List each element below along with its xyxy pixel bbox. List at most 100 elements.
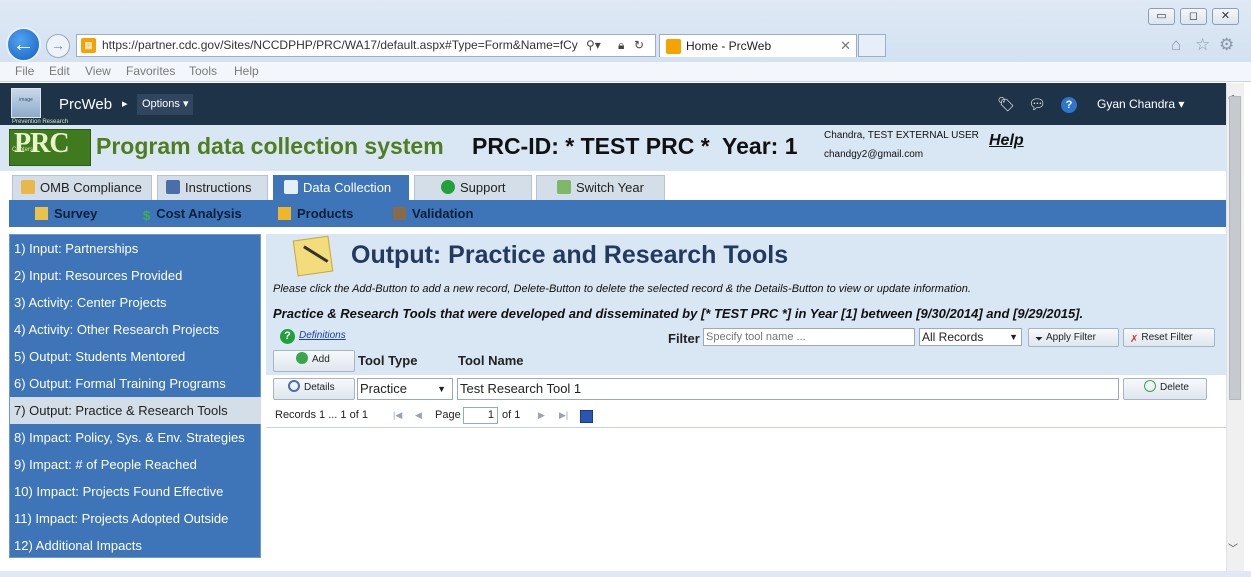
tab-favicon-icon [666, 39, 681, 54]
browser-tab[interactable]: Home - PrcWeb ✕ [659, 34, 857, 57]
first-page-icon[interactable]: |◀ [393, 410, 402, 421]
tool-type-select[interactable]: Practice ▼ [357, 378, 453, 400]
sidebar-item-partnerships[interactable]: 1) Input: Partnerships [10, 235, 261, 262]
prc-id-year: PRC-ID: * TEST PRC * Year: 1 [472, 133, 798, 159]
tool-type-value: Practice [360, 381, 407, 396]
magnifier-icon [288, 380, 300, 392]
table-icon [284, 180, 298, 194]
favorites-star-icon[interactable]: ☆ [1195, 35, 1210, 55]
scroll-down-icon[interactable]: ﹀ [1228, 540, 1238, 555]
document-icon [21, 180, 35, 194]
menu-help[interactable]: Help [234, 64, 259, 78]
refresh-icon[interactable]: ↻ [634, 35, 644, 56]
sidebar-item-formal-training-programs[interactable]: 6) Output: Formal Training Programs [10, 370, 261, 397]
reset-filter-label: Reset Filter [1141, 332, 1193, 343]
subnav-cost-analysis[interactable]: $ Cost Analysis [143, 206, 242, 223]
sidebar-item-people-reached[interactable]: 9) Impact: # of People Reached [10, 451, 261, 478]
sidebar-item-additional-impacts[interactable]: 12) Additional Impacts [10, 532, 261, 559]
dropdown-arrow-icon: ▼ [437, 384, 446, 394]
records-count: Records 1 ... 1 of 1 [275, 409, 368, 421]
close-window-button[interactable]: ✕ [1212, 8, 1239, 25]
tab-label: Instructions [185, 180, 252, 195]
filter-icon: ⏷ [1035, 334, 1043, 345]
subnav-validation[interactable]: Validation [393, 206, 473, 221]
instructions-text: Please click the Add-Button to add a new… [273, 283, 971, 295]
book-icon [393, 207, 406, 220]
dropdown-arrow-icon: ▼ [1009, 332, 1018, 342]
dollar-icon: $ [143, 208, 151, 223]
pager [266, 404, 1226, 428]
prev-page-icon[interactable]: ◀ [415, 410, 422, 421]
help-icon[interactable]: ? [1061, 97, 1077, 113]
tab-label: OMB Compliance [40, 180, 142, 195]
site-favicon-icon: ▦ [81, 38, 96, 53]
tab-switch-year[interactable]: Switch Year [536, 175, 665, 200]
filter-select-value: All Records [922, 330, 984, 344]
content-empty-area [266, 424, 1226, 571]
column-header-tool-name: Tool Name [458, 353, 524, 368]
tab-label: Support [460, 180, 506, 195]
sidebar-item-students-mentored[interactable]: 5) Output: Students Mentored [10, 343, 261, 370]
address-bar[interactable]: ▦ https://partner.cdc.gov/Sites/NCCDPHP/… [76, 34, 656, 57]
menu-favorites[interactable]: Favorites [126, 64, 175, 78]
tag-icon[interactable]: 🏷︎ [997, 95, 1015, 113]
tab-support[interactable]: Support [414, 175, 532, 200]
sidebar-item-practice-research-tools[interactable]: 7) Output: Practice & Research Tools [10, 397, 261, 424]
tab-instructions[interactable]: Instructions [157, 175, 268, 200]
next-page-icon[interactable]: ▶ [538, 410, 545, 421]
add-label: Add [312, 354, 330, 365]
definitions-link[interactable]: Definitions [299, 330, 346, 341]
last-page-icon[interactable]: ▶| [559, 410, 568, 421]
window-bottom-border [0, 571, 1251, 577]
filter-input[interactable] [703, 328, 915, 346]
sidebar-item-policy-strategies[interactable]: 8) Impact: Policy, Sys. & Env. Strategie… [10, 424, 261, 451]
scrollbar-thumb[interactable] [1229, 96, 1241, 400]
tool-name-input[interactable]: Test Research Tool 1 [457, 378, 1119, 400]
menu-edit[interactable]: Edit [49, 64, 70, 78]
sidebar-item-resources-provided[interactable]: 2) Input: Resources Provided [10, 262, 261, 289]
home-icon[interactable]: ⌂ [1171, 35, 1181, 55]
address-url[interactable]: https://partner.cdc.gov/Sites/NCCDPHP/PR… [102, 35, 580, 56]
tab-label: Data Collection [303, 180, 392, 195]
menu-view[interactable]: View [85, 64, 111, 78]
add-button[interactable]: Add [273, 350, 355, 372]
new-tab-button[interactable] [858, 34, 886, 57]
subnav-survey[interactable]: Survey [35, 206, 97, 221]
subnav-label: Cost Analysis [156, 206, 242, 221]
save-icon[interactable] [580, 410, 593, 423]
feedback-icon[interactable]: 💬︎ [1028, 95, 1046, 113]
page-number-input[interactable]: 1 [463, 407, 498, 424]
tab-omb-compliance[interactable]: OMB Compliance [12, 175, 152, 200]
settings-gear-icon[interactable]: ⚙ [1219, 35, 1234, 55]
menu-bar: File Edit View Favorites Tools Help [0, 62, 1251, 82]
sidebar-item-center-projects[interactable]: 3) Activity: Center Projects [10, 289, 261, 316]
menu-tools[interactable]: Tools [189, 64, 217, 78]
tab-close-icon[interactable]: ✕ [840, 38, 851, 54]
sidebar-item-projects-found-effective[interactable]: 10) Impact: Projects Found Effective [10, 478, 261, 505]
help-link[interactable]: Help [989, 132, 1024, 150]
options-menu[interactable]: Options ▾ [137, 94, 193, 115]
search-icon[interactable]: ⚲▾ [586, 35, 601, 56]
maximize-button[interactable]: ◻ [1180, 8, 1207, 25]
reset-filter-button[interactable]: ✗ Reset Filter [1123, 328, 1215, 347]
apply-filter-button[interactable]: ⏷ Apply Filter [1028, 328, 1119, 347]
tab-title: Home - PrcWeb [686, 39, 772, 53]
tab-data-collection[interactable]: Data Collection [273, 175, 409, 200]
page-title: Output: Practice and Research Tools [351, 241, 789, 269]
breadcrumb-arrow-icon: ▸ [122, 98, 128, 110]
subnav-label: Survey [54, 206, 98, 221]
definitions-help-icon[interactable]: ? [280, 329, 295, 344]
subnav-products[interactable]: Products [278, 206, 353, 221]
delete-button[interactable]: Delete [1123, 378, 1207, 400]
details-button[interactable]: Details [273, 378, 355, 400]
sidebar-item-projects-adopted-outside[interactable]: 11) Impact: Projects Adopted Outside [10, 505, 261, 532]
user-menu[interactable]: Gyan Chandra ▾ [1097, 97, 1184, 111]
apply-filter-label: Apply Filter [1046, 332, 1097, 343]
back-button[interactable]: ← [6, 27, 41, 62]
forward-button[interactable]: → [46, 34, 70, 58]
filter-select[interactable]: All Records ▼ [919, 328, 1022, 346]
minimize-button[interactable]: ▭ [1148, 8, 1175, 25]
menu-file[interactable]: File [15, 64, 34, 78]
sidebar-item-other-research-projects[interactable]: 4) Activity: Other Research Projects [10, 316, 261, 343]
prc-logo: PRC Prevention Research Centers [9, 119, 91, 166]
